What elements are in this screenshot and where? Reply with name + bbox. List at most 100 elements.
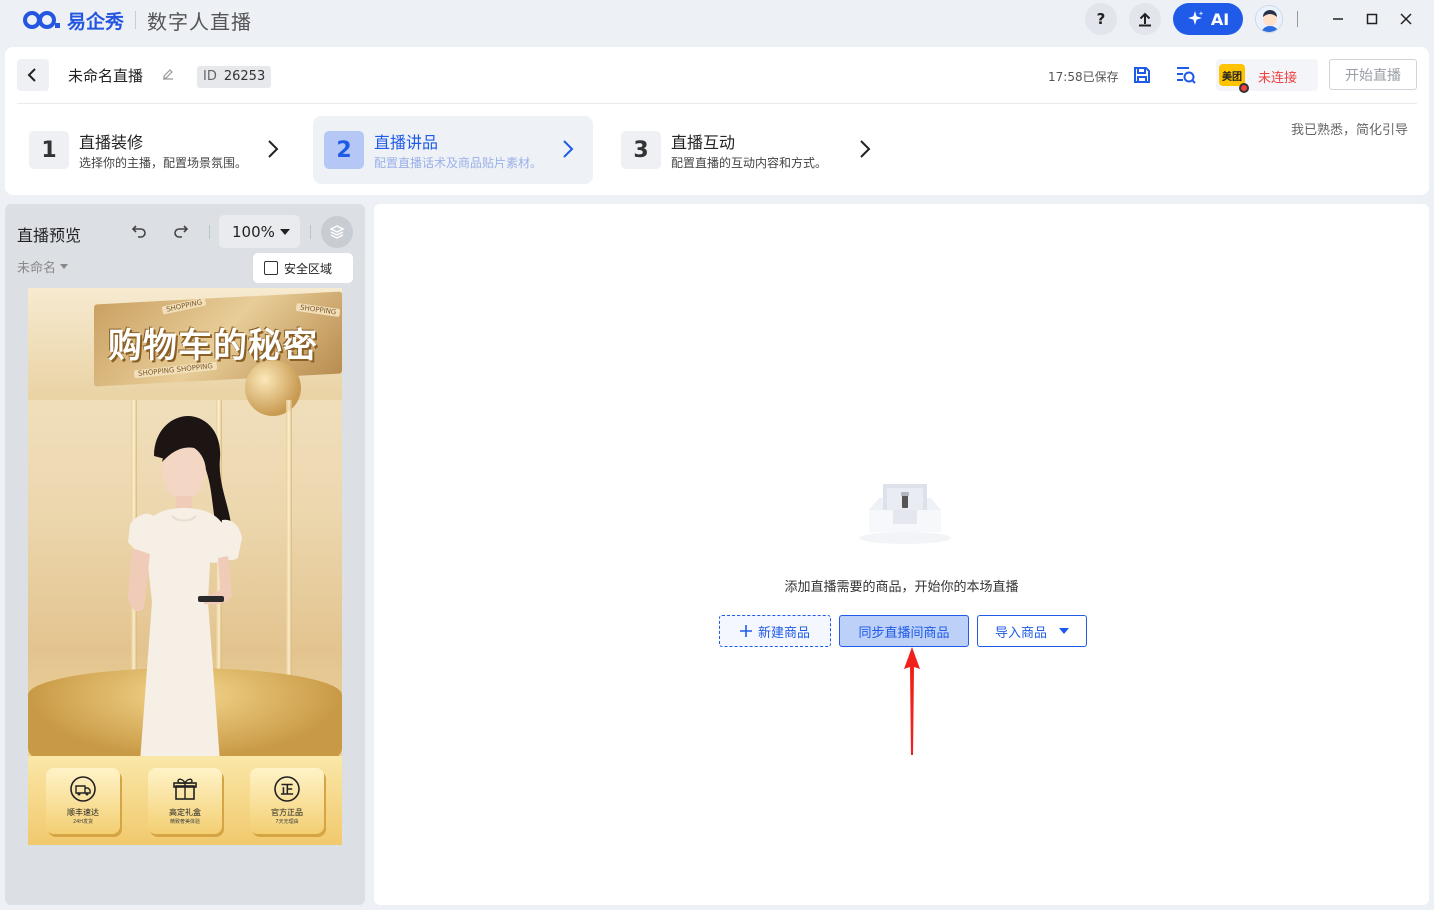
feature-label: 顺丰速达 (67, 808, 99, 817)
minimize-icon (1333, 18, 1343, 20)
avatar-icon (1256, 6, 1282, 32)
chevron-right-icon (563, 140, 574, 158)
save-icon[interactable] (1132, 65, 1152, 85)
back-button[interactable] (17, 59, 49, 91)
caret-down-icon (1059, 628, 1069, 634)
new-product-label: 新建商品 (757, 625, 810, 641)
zoom-value: 100% (232, 222, 275, 241)
empty-box-illustration (859, 484, 951, 544)
toolbar-divider (310, 225, 311, 239)
start-live-button[interactable]: 开始直播 (1329, 59, 1417, 90)
simplify-guide-link[interactable]: 我已熟悉，简化引导 (1291, 119, 1408, 138)
canvas-title: 购物车的秘密 (108, 326, 318, 366)
help-icon: ? (1096, 10, 1106, 28)
upload-icon (1139, 12, 1151, 27)
logo-mark-icon (23, 11, 60, 29)
pillar (286, 400, 292, 700)
save-status: 17:58已保存 (1048, 70, 1119, 84)
undo-icon[interactable] (131, 223, 147, 239)
title-bar: 易企秀 数字人直播 ? AI (0, 0, 1434, 40)
gold-sphere (245, 360, 301, 416)
close-button[interactable] (1396, 9, 1416, 29)
feature-giftbox: 高定礼盒 精致奢美体验 (148, 768, 222, 834)
platform-connection[interactable]: 美团 未连接 (1216, 59, 1318, 93)
live-canvas[interactable]: SHOPPING SHOPPING SHOPPING SHOPPING 购物车的… (28, 288, 342, 845)
safe-area-label: 安全区域 (284, 261, 333, 276)
logo-text: 易企秀 (67, 10, 125, 33)
upload-button[interactable] (1129, 3, 1161, 35)
feature-bar: 顺丰速达 24H发货 高定礼盒 精致奢美体验 正 官方正品 7天无理由 (28, 756, 342, 845)
gift-box-icon (173, 778, 197, 800)
connection-status: 未连接 (1258, 71, 1298, 86)
import-products-button[interactable]: 导入商品 (977, 615, 1087, 647)
delivery-truck-icon (70, 776, 96, 802)
logo-divider (135, 11, 137, 29)
feature-sub: 7天无理由 (275, 819, 299, 825)
preview-title: 直播预览 (17, 226, 82, 245)
feature-label: 官方正品 (271, 808, 303, 817)
ai-button[interactable]: AI (1173, 3, 1243, 35)
ai-label: AI (1210, 9, 1230, 29)
layers-icon (329, 225, 345, 239)
header-divider (17, 103, 1417, 104)
step-description: 选择你的主播，配置场景氛围。 (79, 156, 248, 170)
step-description: 配置直播话术及商品贴片素材。 (374, 156, 543, 170)
edit-icon[interactable] (161, 67, 175, 81)
step-title: 直播讲品 (374, 133, 439, 152)
scene-name: 未命名 (17, 261, 57, 276)
maximize-button[interactable] (1362, 9, 1382, 29)
sparkle-icon (1187, 11, 1204, 25)
feature-sub: 24H发货 (72, 819, 94, 825)
titlebar-divider (1297, 11, 1298, 27)
chevron-right-icon (268, 140, 279, 158)
import-products-label: 导入商品 (994, 625, 1047, 641)
editor-header: 未命名直播 ID 26253 17:58已保存 美团 未连接 开始直播 1 直播… (5, 47, 1429, 195)
live-title[interactable]: 未命名直播 (68, 65, 143, 86)
step-product-talk[interactable]: 2 直播讲品 配置直播话术及商品贴片素材。 (313, 116, 593, 184)
feature-label: 高定礼盒 (169, 808, 201, 817)
safe-area-checkbox[interactable] (264, 261, 278, 275)
toolbar-divider (209, 225, 210, 239)
status-dot-icon (1239, 83, 1249, 93)
sync-products-button[interactable]: 同步直播间商品 (839, 615, 969, 647)
red-arrow-annotation (904, 647, 920, 755)
step-number: 3 (621, 131, 661, 169)
caret-down-icon (280, 229, 290, 235)
step-interaction[interactable]: 3 直播互动 配置直播的互动内容和方式。 (610, 116, 885, 184)
step-title: 直播装修 (79, 133, 144, 152)
app-logo: 易企秀 数字人直播 (22, 6, 252, 35)
preview-panel: 直播预览 100% 未命名 安全区域 SHOPPING SHOPPING SHO… (5, 204, 365, 905)
app-name: 数字人直播 (147, 9, 253, 34)
step-number: 1 (29, 131, 69, 169)
new-product-button[interactable]: 新建商品 (719, 615, 831, 647)
digital-presenter-image (128, 416, 242, 756)
minimize-button[interactable] (1328, 9, 1348, 29)
product-panel: 添加直播需要的商品，开始你的本场直播 新建商品 同步直播间商品 导入商品 (374, 204, 1429, 905)
id-label: ID (203, 69, 217, 84)
zoom-select[interactable]: 100% (219, 215, 300, 248)
empty-state-text: 添加直播需要的商品，开始你的本场直播 (784, 580, 1019, 595)
plus-icon (739, 625, 752, 637)
scene-select[interactable]: 未命名 (17, 257, 69, 276)
layers-button[interactable] (321, 216, 353, 248)
step-decoration[interactable]: 1 直播装修 选择你的主播，配置场景氛围。 (18, 116, 293, 184)
chevron-left-icon (27, 68, 36, 82)
maximize-icon (1366, 13, 1378, 25)
feature-express: 顺丰速达 24H发货 (46, 768, 120, 834)
feature-authentic: 正 官方正品 7天无理由 (250, 768, 324, 834)
redo-icon[interactable] (173, 223, 189, 239)
chevron-right-icon (860, 140, 871, 158)
live-id-badge: ID 26253 (197, 66, 272, 88)
authentic-badge-icon: 正 (274, 776, 300, 802)
caret-down-icon (60, 264, 69, 269)
safe-area-toggle[interactable]: 安全区域 (253, 253, 353, 283)
id-value: 26253 (223, 69, 266, 84)
step-number: 2 (324, 131, 364, 169)
step-title: 直播互动 (671, 133, 736, 152)
authentic-badge-glyph: 正 (280, 783, 293, 798)
search-preview-icon[interactable] (1175, 65, 1197, 85)
feature-sub: 精致奢美体验 (169, 819, 200, 825)
user-avatar[interactable] (1255, 5, 1283, 33)
step-description: 配置直播的互动内容和方式。 (671, 156, 828, 170)
help-button[interactable]: ? (1085, 3, 1117, 35)
